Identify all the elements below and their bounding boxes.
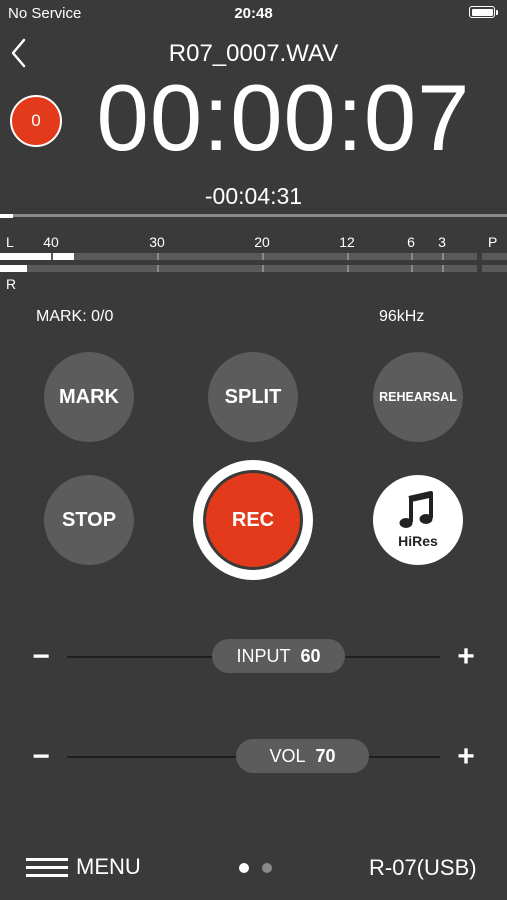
volume-value: 70 [315,745,336,766]
meter-grid-line [411,265,413,272]
meter-grid-line [347,253,349,260]
battery-icon [469,6,495,18]
meter-grid-line [442,265,444,272]
meter-right-bar [0,265,477,272]
device-name[interactable]: R-07(USB) [369,855,477,881]
rec-button[interactable]: REC [193,460,313,580]
split-button[interactable]: SPLIT [208,352,298,442]
volume-slider-handle[interactable]: VOL 70 [236,739,369,773]
meter-grid-line [262,265,264,272]
meter-scale-tick: 40 [43,234,59,250]
volume-decrease-button[interactable]: − [27,742,55,772]
status-clock: 20:48 [234,5,273,22]
menu-button[interactable]: MENU [26,852,141,882]
meter-grid-line [157,253,159,260]
input-increase-button[interactable]: + [452,642,480,672]
input-slider-handle[interactable]: INPUT 60 [212,639,345,673]
meter-grid-line [411,253,413,260]
music-note-icon [399,491,433,528]
elapsed-time: 00:00:07 [96,65,471,170]
hamburger-icon [26,857,68,877]
mark-button[interactable]: MARK [44,352,134,442]
page-indicator-dot[interactable] [239,863,249,873]
meter-left-bar [0,253,477,260]
meter-scale-tick: 30 [149,234,165,250]
progress-track [0,214,507,217]
meter-grid-line [347,265,349,272]
meter-right-fill [0,265,28,272]
rehearsal-button[interactable]: REHEARSAL [373,352,463,442]
battery-tip [496,10,498,15]
mark-info: MARK: 0/0 [36,308,114,325]
meter-left-peak-indicator [482,253,507,260]
meter-peak-label: P [488,234,498,250]
sample-rate: 96kHz [379,308,425,325]
meter-scale-tick: 3 [438,234,446,250]
meter-grid-line [157,265,159,272]
stop-button[interactable]: STOP [44,475,134,565]
input-label: INPUT [236,645,291,666]
meter-scale: 40 30 20 12 6 3 [0,234,507,250]
volume-increase-button[interactable]: + [452,742,480,772]
rec-button-label: REC [206,473,300,567]
meter-scale-tick: 12 [339,234,355,250]
meter-left-fill [0,253,52,260]
meter-scale-tick: 6 [407,234,415,250]
remaining-time: -00:04:31 [204,183,303,209]
meter-right-label: R [6,276,17,292]
mark-count-badge: 0 [10,95,62,147]
page-indicator-dot[interactable] [262,863,272,873]
meter-scale-tick: 20 [254,234,270,250]
volume-label: VOL [269,745,306,766]
meter-left-peak [53,253,74,260]
menu-label: MENU [76,854,141,879]
meter-grid-line [442,253,444,260]
input-value: 60 [300,645,321,666]
meter-right-peak-indicator [482,265,507,272]
progress-fill [0,214,13,218]
meter-grid-line [262,253,264,260]
hires-label: HiRes [398,533,438,549]
input-decrease-button[interactable]: − [27,642,55,672]
hires-button[interactable]: HiRes [373,475,463,565]
